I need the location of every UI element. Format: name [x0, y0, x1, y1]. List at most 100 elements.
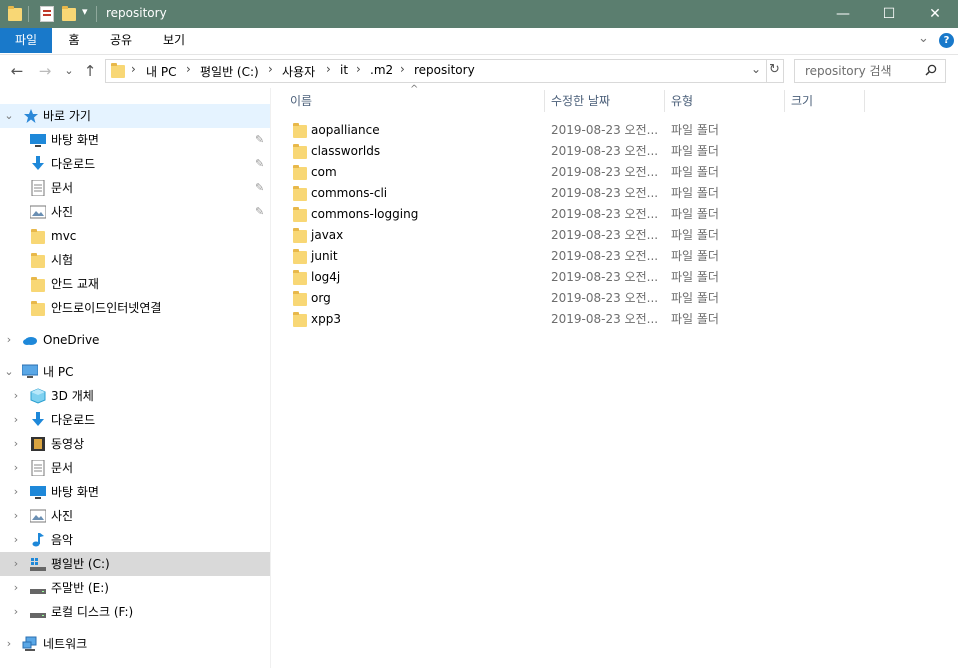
file-row[interactable]: classworlds 2019-08-23 오전... 파일 폴더	[271, 141, 958, 162]
nav-item-pc-documents[interactable]: › 문서	[0, 456, 270, 480]
refresh-icon[interactable]: ↻	[769, 62, 780, 77]
file-row[interactable]: com 2019-08-23 오전... 파일 폴더	[271, 162, 958, 183]
nav-this-pc[interactable]: ⌄ 내 PC	[0, 360, 270, 384]
chevron-right-icon[interactable]: ›	[2, 632, 16, 656]
qat-dropdown-icon[interactable]: ▾	[82, 5, 88, 18]
chevron-right-icon[interactable]: ›	[9, 576, 23, 600]
tab-share[interactable]: 공유	[98, 28, 144, 53]
file-type: 파일 폴더	[671, 228, 719, 242]
nav-item-pc-desktop[interactable]: › 바탕 화면	[0, 480, 270, 504]
nav-item-android-textbook[interactable]: 안드 교재	[0, 272, 270, 296]
help-icon[interactable]: ?	[939, 33, 954, 48]
new-folder-icon[interactable]	[62, 6, 76, 21]
breadcrumb-m2[interactable]: .m2	[370, 63, 393, 77]
nav-item-drive-c[interactable]: › 평일반 (C:)	[0, 552, 270, 576]
chevron-right-icon[interactable]: ›	[2, 328, 16, 352]
forward-button[interactable]: →	[34, 55, 56, 87]
file-row[interactable]: log4j 2019-08-23 오전... 파일 폴더	[271, 267, 958, 288]
column-header-type[interactable]: 유형	[671, 88, 783, 114]
nav-quick-access[interactable]: ⌄ 바로 가기	[0, 104, 270, 128]
tab-home[interactable]: 홈	[52, 28, 96, 53]
breadcrumb-users[interactable]: 사용자	[282, 63, 315, 80]
breadcrumb-this-pc[interactable]: 내 PC	[146, 63, 176, 80]
nav-item-downloads[interactable]: 다운로드 ✎	[0, 152, 270, 176]
chevron-down-icon[interactable]: ⌄	[2, 360, 16, 384]
column-divider[interactable]	[664, 90, 665, 112]
breadcrumb-drive-c[interactable]: 평일반 (C:)	[200, 63, 259, 80]
chevron-right-icon[interactable]: ›	[9, 408, 23, 432]
breadcrumb-separator[interactable]: ›	[268, 62, 273, 76]
search-input[interactable]	[803, 63, 925, 79]
file-list[interactable]: ^ 이름 수정한 날짜 유형 크기 aopalliance 2019-08-23…	[271, 84, 958, 668]
pin-icon[interactable]: ✎	[255, 128, 264, 152]
file-row[interactable]: commons-logging 2019-08-23 오전... 파일 폴더	[271, 204, 958, 225]
pin-icon[interactable]: ✎	[255, 152, 264, 176]
breadcrumb-separator[interactable]: ›	[131, 62, 136, 76]
chevron-right-icon[interactable]: ›	[9, 552, 23, 576]
chevron-right-icon[interactable]: ›	[9, 384, 23, 408]
column-header-date[interactable]: 수정한 날짜	[551, 88, 663, 114]
breadcrumb-separator[interactable]: ›	[326, 62, 331, 76]
nav-network[interactable]: › 네트워크	[0, 632, 270, 656]
chevron-right-icon[interactable]: ›	[9, 600, 23, 624]
file-row[interactable]: aopalliance 2019-08-23 오전... 파일 폴더	[271, 120, 958, 141]
chevron-right-icon[interactable]: ›	[9, 504, 23, 528]
breadcrumb-separator[interactable]: ›	[356, 62, 361, 76]
nav-item-music[interactable]: › 음악	[0, 528, 270, 552]
file-row[interactable]: junit 2019-08-23 오전... 파일 폴더	[271, 246, 958, 267]
file-row[interactable]: xpp3 2019-08-23 오전... 파일 폴더	[271, 309, 958, 330]
chevron-right-icon[interactable]: ›	[9, 480, 23, 504]
nav-item-3d-objects[interactable]: › 3D 개체	[0, 384, 270, 408]
column-header-name[interactable]: 이름	[290, 88, 544, 114]
nav-item-pictures[interactable]: 사진 ✎	[0, 200, 270, 224]
nav-onedrive[interactable]: › OneDrive	[0, 328, 270, 352]
nav-item-mvc[interactable]: mvc	[0, 224, 270, 248]
breadcrumb-it[interactable]: it	[340, 63, 348, 77]
file-row[interactable]: commons-cli 2019-08-23 오전... 파일 폴더	[271, 183, 958, 204]
properties-icon[interactable]	[40, 6, 54, 22]
chevron-down-icon[interactable]: ⌄	[2, 104, 16, 128]
address-bar[interactable]: › 내 PC › 평일반 (C:) › 사용자 › it › .m2 › rep…	[105, 59, 784, 83]
nav-label: 주말반 (E:)	[51, 581, 109, 595]
file-type: 파일 폴더	[671, 270, 719, 284]
nav-item-exam[interactable]: 시험	[0, 248, 270, 272]
breadcrumb-repository[interactable]: repository	[414, 63, 475, 77]
tab-view[interactable]: 보기	[150, 28, 198, 53]
file-date: 2019-08-23 오전...	[551, 228, 659, 242]
nav-item-desktop[interactable]: 바탕 화면 ✎	[0, 128, 270, 152]
search-box[interactable]	[794, 59, 946, 83]
chevron-right-icon[interactable]: ›	[9, 528, 23, 552]
drive-icon	[30, 556, 46, 572]
maximize-button[interactable]: ☐	[866, 0, 912, 28]
back-button[interactable]: ←	[6, 55, 28, 87]
minimize-button[interactable]: —	[820, 0, 866, 28]
search-icon[interactable]	[925, 64, 937, 76]
breadcrumb-separator[interactable]: ›	[186, 62, 191, 76]
expand-ribbon-icon[interactable]: ⌄	[918, 31, 929, 46]
recent-locations-button[interactable]: ⌄	[62, 55, 76, 87]
column-divider[interactable]	[544, 90, 545, 112]
file-row[interactable]: javax 2019-08-23 오전... 파일 폴더	[271, 225, 958, 246]
nav-item-documents[interactable]: 문서 ✎	[0, 176, 270, 200]
column-header-size[interactable]: 크기	[791, 88, 863, 114]
nav-item-drive-f[interactable]: › 로컬 디스크 (F:)	[0, 600, 270, 624]
title-bar[interactable]: ▾ repository — ☐ ✕	[0, 0, 958, 28]
column-divider[interactable]	[784, 90, 785, 112]
breadcrumb-separator[interactable]: ›	[400, 62, 405, 76]
up-button[interactable]: ↑	[80, 55, 100, 87]
nav-item-drive-e[interactable]: › 주말반 (E:)	[0, 576, 270, 600]
file-row[interactable]: org 2019-08-23 오전... 파일 폴더	[271, 288, 958, 309]
address-dropdown-icon[interactable]: ⌄	[751, 62, 761, 76]
tab-file[interactable]: 파일	[0, 28, 52, 53]
nav-item-pc-pictures[interactable]: › 사진	[0, 504, 270, 528]
column-divider[interactable]	[864, 90, 865, 112]
nav-item-pc-downloads[interactable]: › 다운로드	[0, 408, 270, 432]
nav-item-videos[interactable]: › 동영상	[0, 432, 270, 456]
close-button[interactable]: ✕	[912, 0, 958, 28]
chevron-right-icon[interactable]: ›	[9, 432, 23, 456]
pin-icon[interactable]: ✎	[255, 176, 264, 200]
pin-icon[interactable]: ✎	[255, 200, 264, 224]
nav-item-android-internet[interactable]: 안드로이드인터넷연결	[0, 296, 270, 320]
chevron-right-icon[interactable]: ›	[9, 456, 23, 480]
navigation-pane[interactable]: ⌄ 바로 가기 바탕 화면 ✎ 다운로드 ✎ 문서 ✎ 사진 ✎ mvc 시험 …	[0, 88, 271, 668]
